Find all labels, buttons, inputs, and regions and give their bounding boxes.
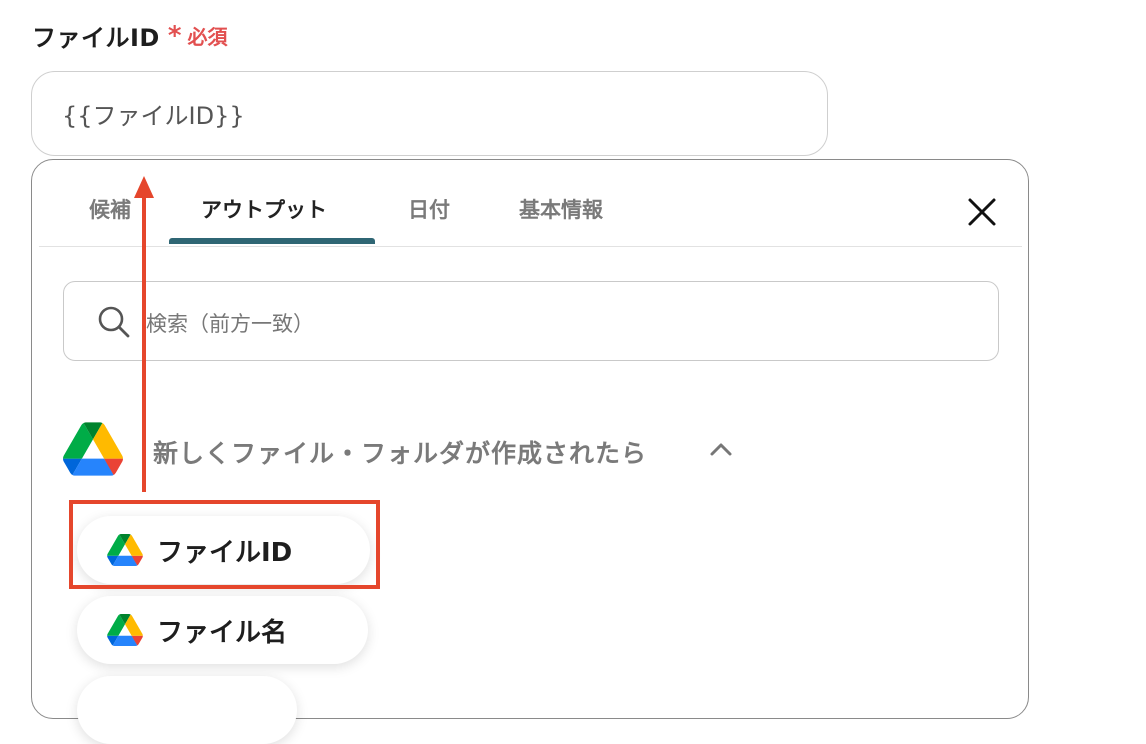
field-label-text: ファイルID (32, 24, 160, 52)
field-label: ファイルID * 必須 (32, 18, 227, 53)
required-badge: 必須 (187, 25, 228, 49)
output-item-label: ファイル名 (157, 617, 288, 648)
tab-output[interactable]: アウトプット (201, 194, 327, 224)
file-id-input[interactable]: {{ファイルID}} (31, 71, 828, 156)
required-star: * (167, 20, 182, 51)
active-tab-indicator (169, 238, 375, 244)
search-icon (98, 306, 130, 338)
output-item-file-name[interactable]: ファイル名 (77, 596, 368, 664)
close-icon[interactable] (962, 192, 1002, 232)
output-item-label: ファイルID (157, 537, 293, 568)
tab-candidates[interactable]: 候補 (89, 194, 131, 224)
chevron-up-icon[interactable] (708, 438, 734, 460)
search-input[interactable]: 検索（前方一致） (63, 281, 999, 361)
output-group-header[interactable]: 新しくファイル・フォルダが作成されたら (63, 420, 763, 480)
output-item-partial[interactable] (77, 676, 297, 744)
tab-basic-info[interactable]: 基本情報 (519, 194, 603, 224)
google-drive-icon (63, 422, 123, 476)
output-group-title: 新しくファイル・フォルダが作成されたら (153, 439, 648, 468)
output-item-file-id[interactable]: ファイルID (77, 516, 370, 584)
tab-date[interactable]: 日付 (408, 194, 450, 224)
google-drive-icon (107, 614, 143, 646)
search-placeholder: 検索（前方一致） (146, 312, 314, 336)
tab-divider (39, 246, 1022, 247)
file-id-input-value: {{ファイルID}} (62, 102, 245, 130)
google-drive-icon (107, 534, 143, 566)
